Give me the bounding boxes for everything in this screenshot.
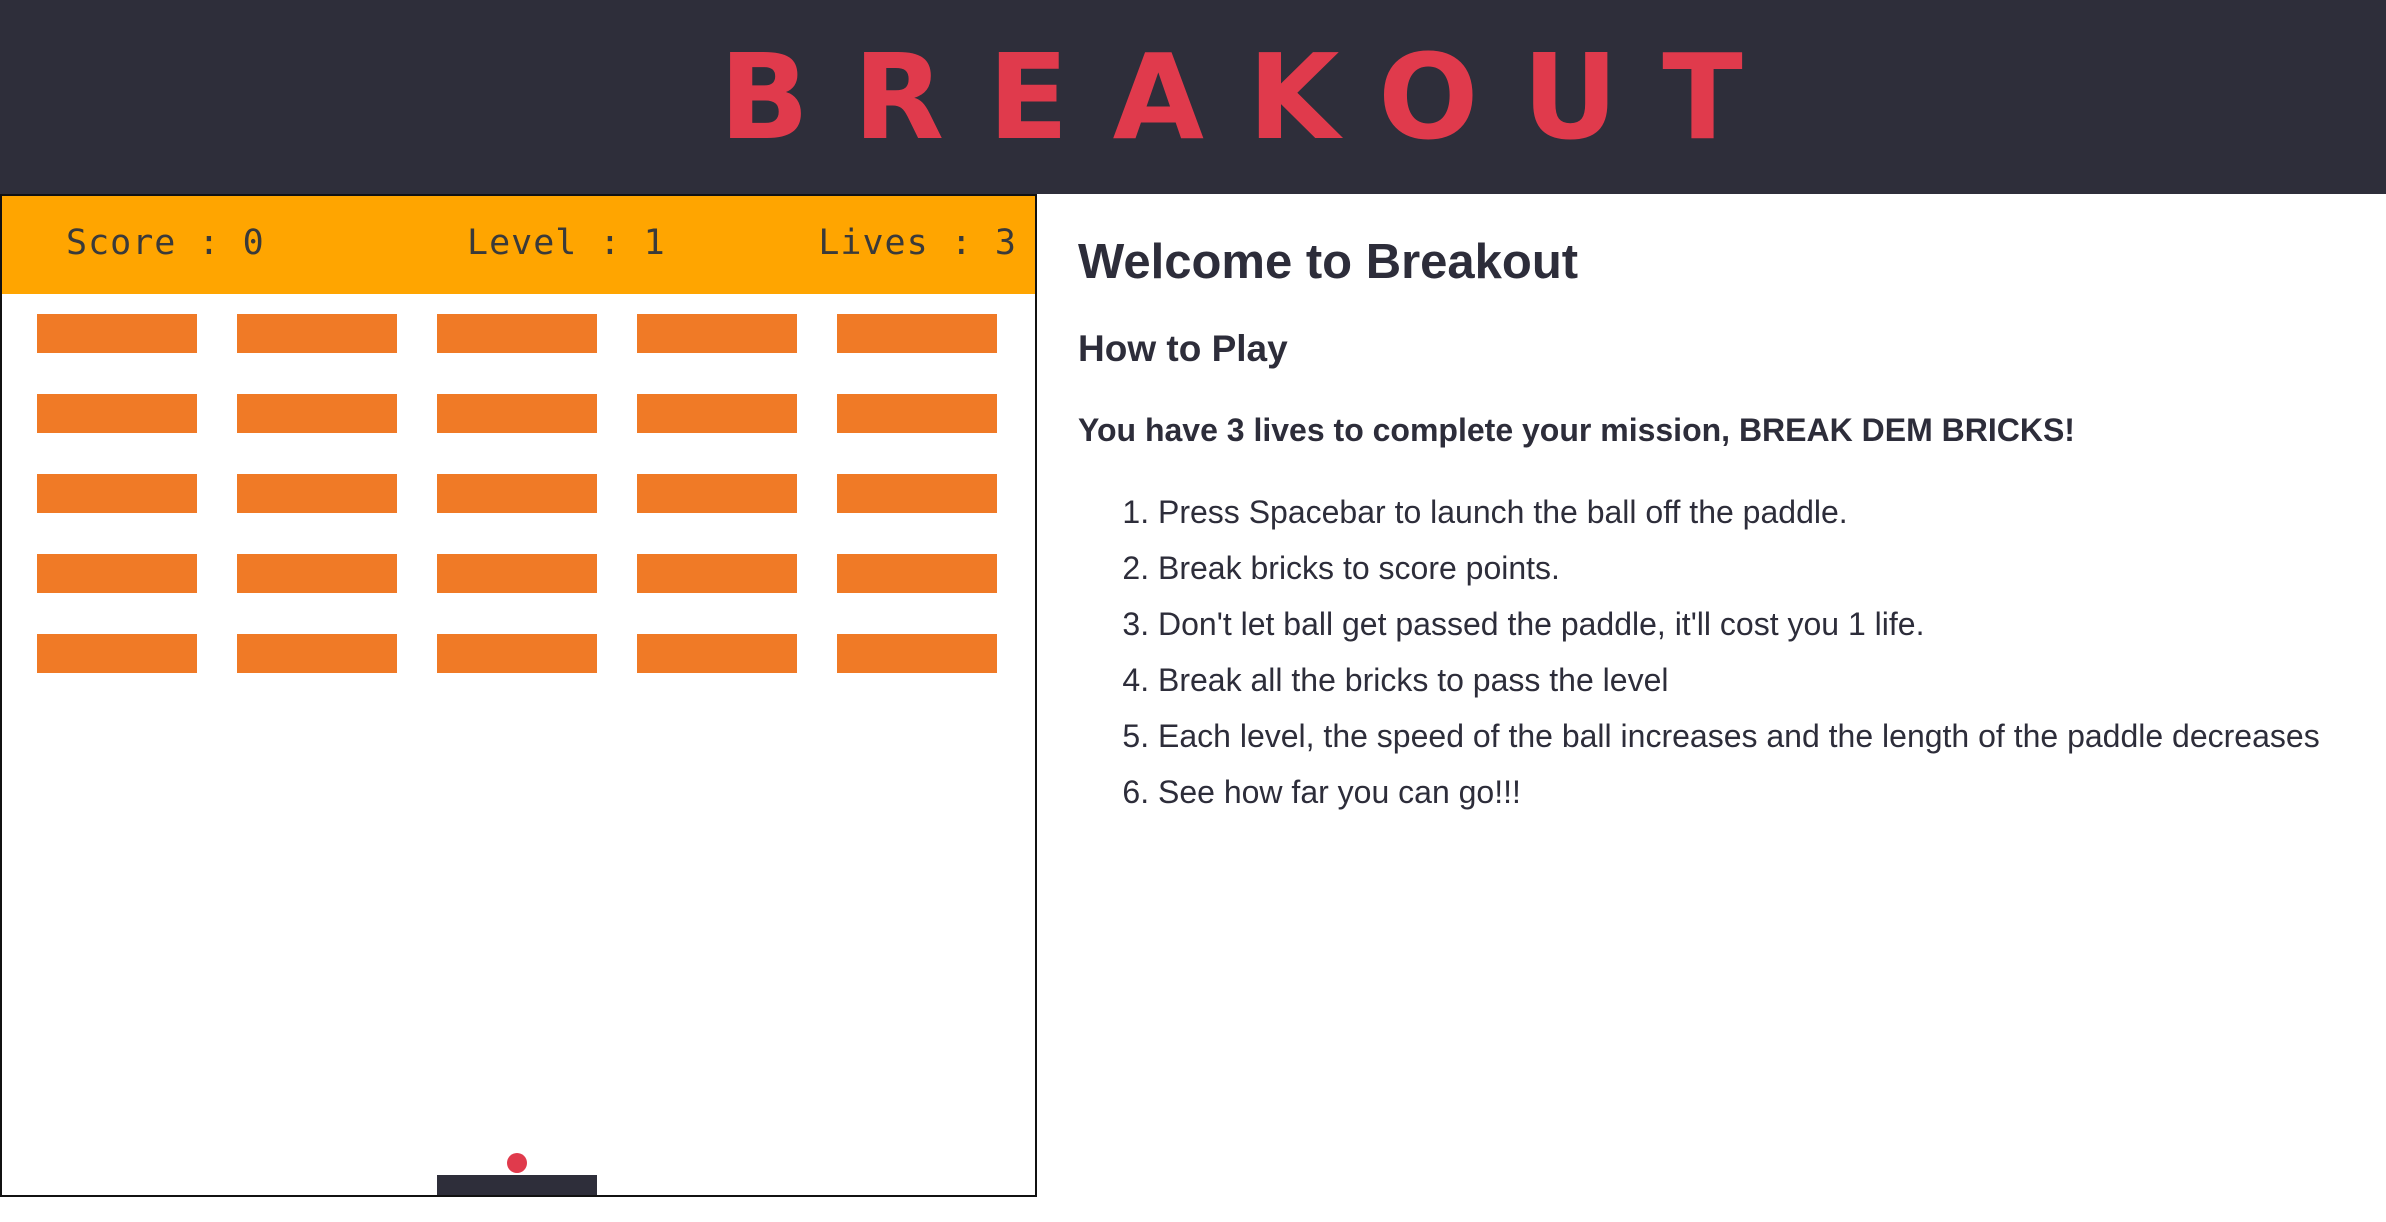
- brick: [637, 394, 797, 433]
- brick: [237, 394, 397, 433]
- brick: [437, 474, 597, 513]
- brick: [637, 474, 797, 513]
- brick: [237, 474, 397, 513]
- score-display: Score : 0: [66, 223, 265, 263]
- mission-text: You have 3 lives to complete your missio…: [1078, 412, 2075, 448]
- brick: [837, 634, 997, 673]
- instruction-item: Break all the bricks to pass the level: [1158, 652, 2320, 708]
- brick: [37, 554, 197, 593]
- brick: [837, 474, 997, 513]
- game-canvas[interactable]: Score : 0 Level : 1 Lives : 3: [0, 194, 1037, 1197]
- brick: [437, 394, 597, 433]
- brick: [437, 554, 597, 593]
- ball: [507, 1153, 527, 1173]
- brick: [637, 634, 797, 673]
- brick: [37, 394, 197, 433]
- lives-display: Lives : 3: [818, 223, 1017, 263]
- brick: [837, 554, 997, 593]
- brick: [237, 634, 397, 673]
- brick: [37, 474, 197, 513]
- instruction-item: Each level, the speed of the ball increa…: [1158, 708, 2320, 764]
- playfield[interactable]: [2, 294, 1035, 1197]
- game-hud: Score : 0 Level : 1 Lives : 3: [2, 196, 1035, 294]
- welcome-heading: Welcome to Breakout: [1078, 235, 1579, 289]
- brick: [637, 314, 797, 353]
- playfield-svg: [37, 314, 997, 1197]
- how-to-play-heading: How to Play: [1078, 328, 1288, 369]
- brick: [37, 314, 197, 353]
- instruction-item: See how far you can go!!!: [1158, 764, 2320, 820]
- instruction-item: Press Spacebar to launch the ball off th…: [1158, 484, 2320, 540]
- brick: [237, 314, 397, 353]
- page-header: BREAKOUT: [0, 0, 2386, 194]
- brick: [237, 554, 397, 593]
- brick: [437, 314, 597, 353]
- instruction-item: Don't let ball get passed the paddle, it…: [1158, 596, 2320, 652]
- brick: [637, 554, 797, 593]
- instructions-list: Press Spacebar to launch the ball off th…: [1078, 484, 2320, 820]
- brick: [837, 314, 997, 353]
- game-title: BREAKOUT: [719, 28, 1787, 166]
- brick: [837, 394, 997, 433]
- brick: [37, 634, 197, 673]
- brick: [437, 634, 597, 673]
- level-display: Level : 1: [467, 223, 666, 263]
- paddle[interactable]: [437, 1175, 597, 1197]
- instruction-item: Break bricks to score points.: [1158, 540, 2320, 596]
